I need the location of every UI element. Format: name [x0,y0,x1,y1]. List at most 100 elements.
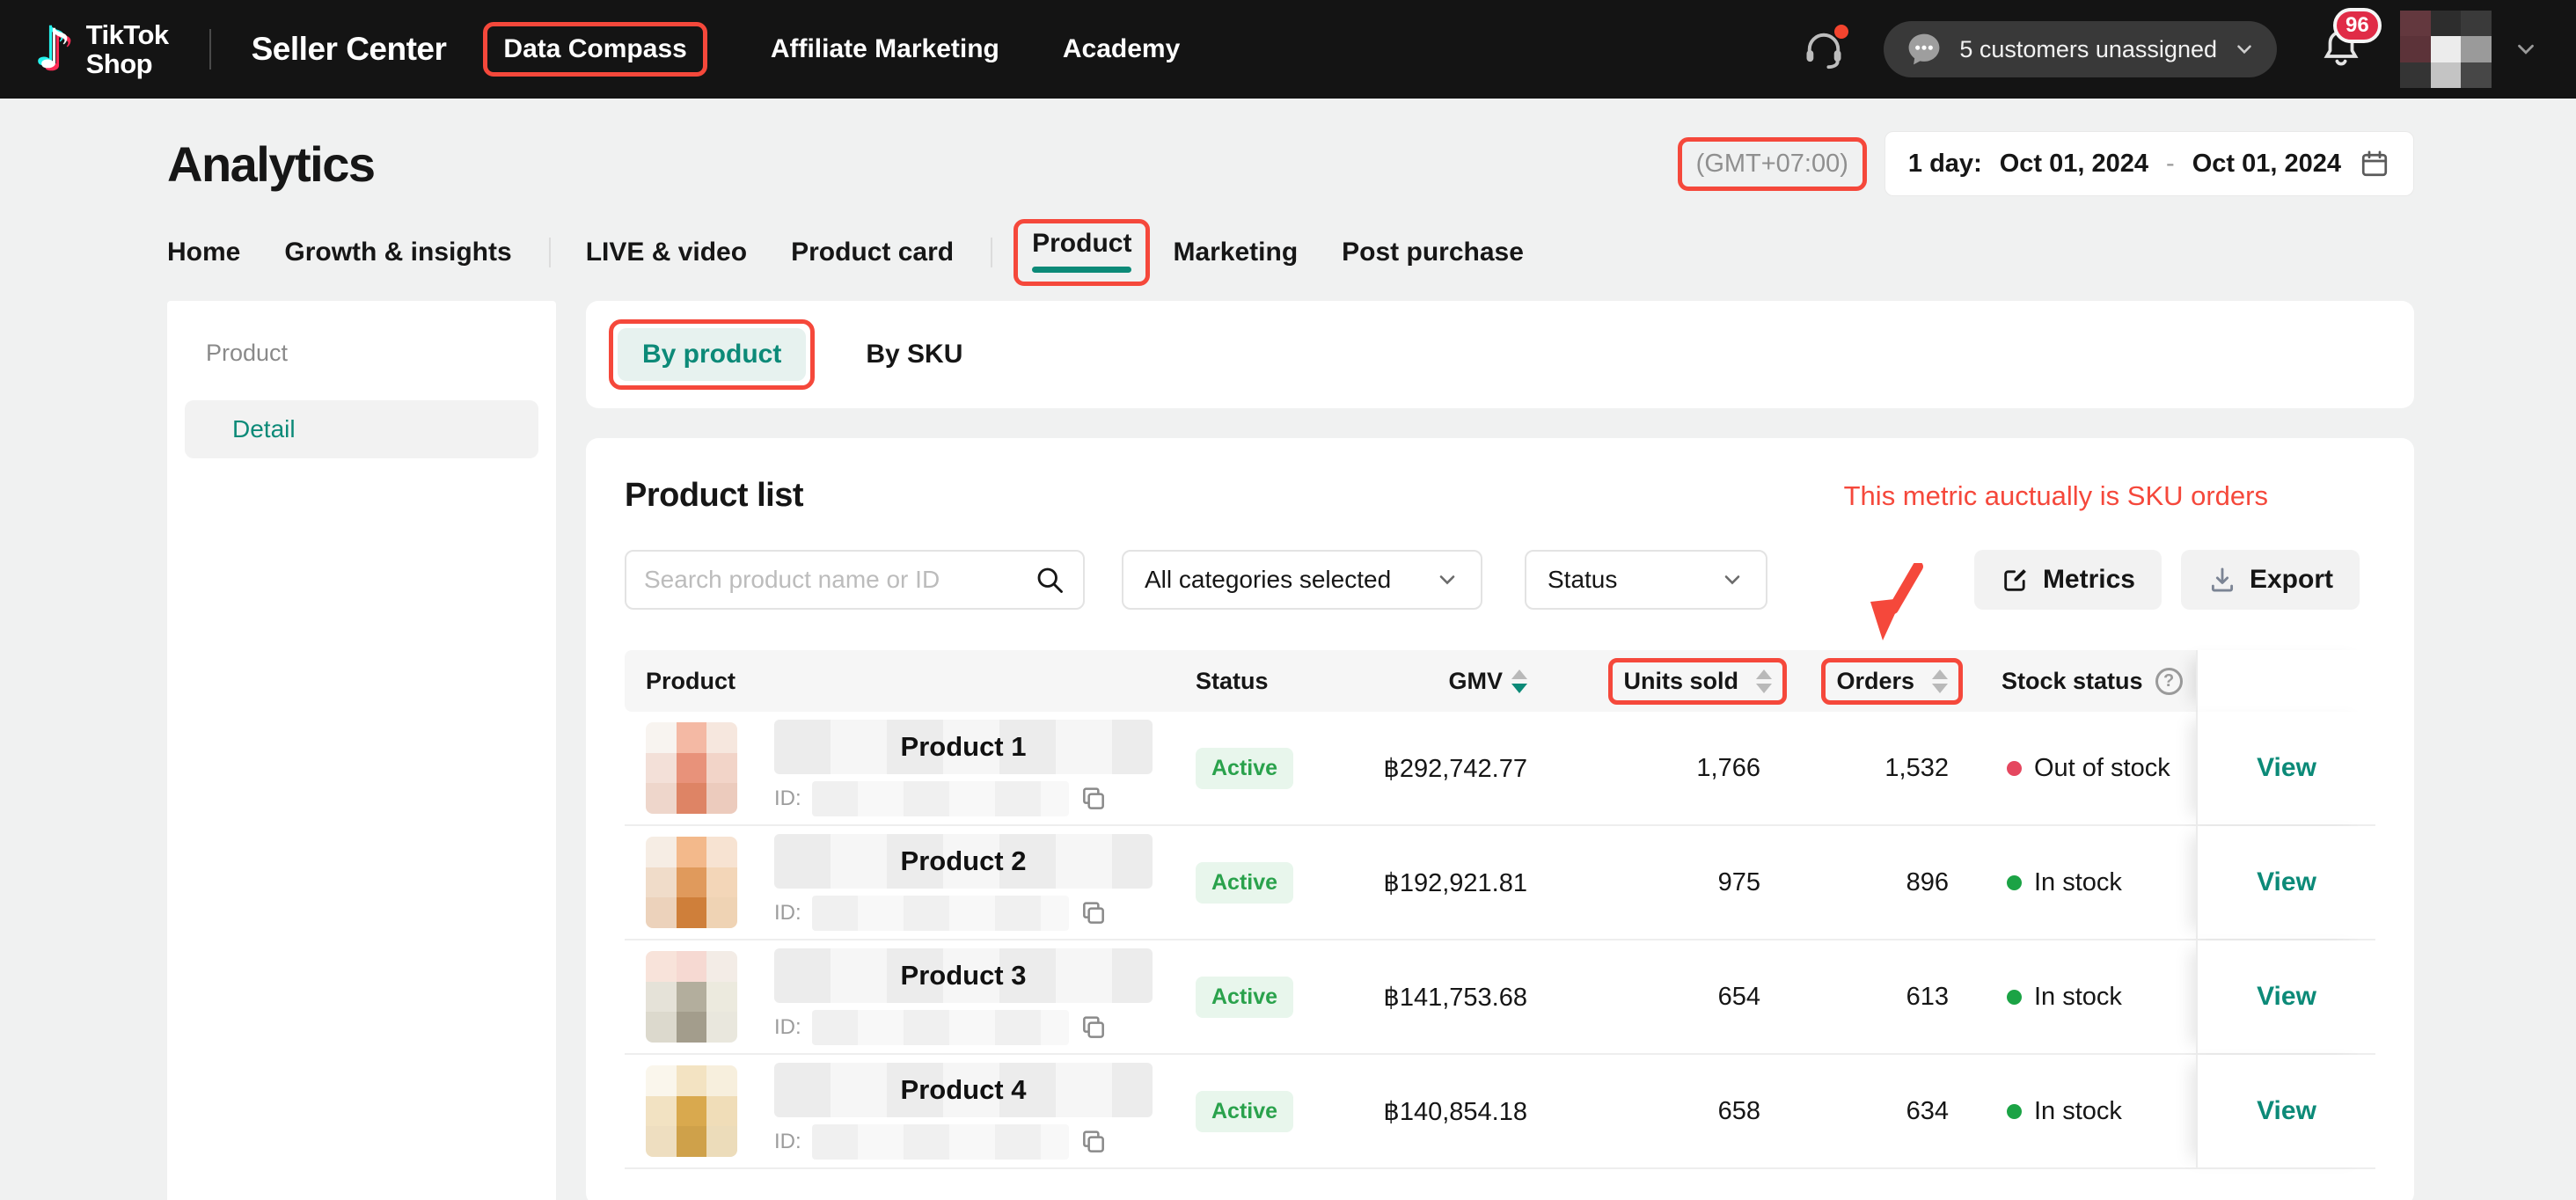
blurred-product-name: Product 4 [774,1063,1153,1117]
status-badge: Active [1196,748,1293,789]
product-id-label: ID: [774,1015,801,1040]
seller-center-title[interactable]: Seller Center [252,31,447,68]
action-cell: View [2196,1055,2375,1167]
date-range-picker[interactable]: 1 day: Oct 01, 2024 - Oct 01, 2024 [1884,131,2414,196]
stock-status-text: In stock [2034,1097,2122,1126]
metrics-button[interactable]: Metrics [1974,550,2162,610]
product-id-row: ID: [774,896,1153,931]
col-header-stock-status: Stock status ? [1972,650,2196,712]
date-separator: - [2166,150,2175,179]
stock-status-dot [2007,990,2022,1005]
sort-icon-orders[interactable] [1932,670,1948,693]
date-range-prefix: 1 day: [1908,150,1982,179]
copy-icon[interactable] [1079,785,1108,813]
topbar-right: 5 customers unassigned 96 [1801,11,2539,88]
sort-icon-units-sold[interactable] [1756,670,1772,693]
topbar-divider [209,29,211,70]
copy-icon[interactable] [1079,1013,1108,1042]
customers-unassigned-pill[interactable]: 5 customers unassigned [1884,21,2277,77]
product-name-block[interactable]: Product 3 ID: [774,948,1153,1045]
nav-data-compass[interactable]: Data Compass [483,22,706,77]
orders-cell: 613 [1796,983,1972,1012]
col-header-gmv[interactable]: GMV [1321,650,1536,712]
table-header-row: Product Status GMV Units sold [625,650,2375,712]
product-name-block[interactable]: Product 2 ID: [774,834,1153,931]
tab-growth-insights[interactable]: Growth & insights [284,238,511,267]
copy-icon[interactable] [1079,899,1108,927]
tab-post-purchase[interactable]: Post purchase [1342,238,1524,267]
export-button[interactable]: Export [2181,550,2360,610]
copy-icon[interactable] [1079,1128,1108,1156]
account-chevron-down-icon[interactable] [2513,36,2539,62]
stock-status-cell: In stock [1972,868,2196,897]
sidebar-item-detail[interactable]: Detail [185,400,538,458]
product-list-card: Product list This metric auctually is SK… [586,438,2414,1200]
calendar-icon[interactable] [2359,148,2390,179]
status-cell: Active [1180,748,1321,789]
download-export-icon [2207,565,2237,595]
stock-status-dot [2007,761,2022,776]
blurred-product-id [812,1010,1069,1045]
nav-affiliate-marketing[interactable]: Affiliate Marketing [771,34,999,64]
customers-unassigned-label: 5 customers unassigned [1959,36,2217,63]
tab-live-video[interactable]: LIVE & video [586,238,747,267]
tiktok-shop-logo[interactable]: ♪ TikTok Shop [37,20,169,78]
avatar[interactable] [2400,11,2492,88]
blurred-product-id [812,781,1069,816]
product-search-box[interactable] [625,550,1085,610]
action-cell: View [2196,940,2375,1053]
product-name-block[interactable]: Product 4 ID: [774,1063,1153,1160]
blurred-product-name: Product 3 [774,948,1153,1003]
units-sold-cell: 975 [1536,868,1796,897]
view-link[interactable]: View [2257,1096,2316,1126]
units-sold-cell: 658 [1536,1097,1796,1126]
col-header-orders[interactable]: Orders [1796,650,1972,712]
view-link[interactable]: View [2257,753,2316,783]
status-badge: Active [1196,1091,1293,1132]
gmv-cell: ฿140,854.18 [1321,1096,1536,1127]
product-name-label: Product 4 [901,1074,1027,1106]
orders-highlight-box: Orders [1821,658,1963,705]
sort-icon-gmv[interactable] [1511,670,1527,693]
main-panel: By product By SKU Product list This metr… [586,301,2414,1200]
search-input[interactable] [644,566,1034,594]
status-filter-select[interactable]: Status [1525,550,1767,610]
col-header-status: Status [1180,650,1321,712]
category-filter-select[interactable]: All categories selected [1122,550,1482,610]
product-cell: Product 1 ID: [625,712,1180,824]
nav-academy[interactable]: Academy [1063,34,1180,64]
search-icon[interactable] [1034,564,1065,596]
date-end: Oct 01, 2024 [2192,150,2341,179]
product-cell: Product 2 ID: [625,826,1180,939]
tab-separator [549,238,551,267]
help-question-icon[interactable]: ? [2155,668,2183,695]
blurred-product-id [812,896,1069,931]
tab-marketing[interactable]: Marketing [1173,238,1298,267]
tab-product-card[interactable]: Product card [791,238,954,267]
table-row: Product 1 ID: Active ฿292,742.77 1,766 [625,712,2375,826]
blurred-product-name: Product 1 [774,720,1153,774]
tab-home[interactable]: Home [167,238,240,267]
table-row: Product 3 ID: Active ฿141,753.68 654 [625,940,2375,1055]
col-header-units-sold[interactable]: Units sold [1536,650,1796,712]
gmv-label: GMV [1448,668,1503,695]
tab-by-sku[interactable]: By SKU [866,340,962,370]
tab-product-active[interactable]: Product [1014,219,1150,286]
product-name-block[interactable]: Product 1 ID: [774,720,1153,816]
analytics-tabs: Home Growth & insights LIVE & video Prod… [0,227,2576,278]
chat-bubble-icon [1905,30,1943,69]
view-switch-card: By product By SKU [586,301,2414,408]
product-thumbnail [646,837,737,928]
support-headset-icon[interactable] [1801,26,1847,72]
topbar: ♪ TikTok Shop Seller Center Data Compass… [0,0,2576,99]
notifications-bell[interactable]: 96 [2319,26,2363,74]
product-name-label: Product 1 [901,731,1027,763]
view-link[interactable]: View [2257,982,2316,1012]
view-link[interactable]: View [2257,867,2316,897]
export-button-label: Export [2250,565,2333,595]
tab-separator [991,238,992,267]
tab-by-product[interactable]: By product [618,328,806,381]
product-id-label: ID: [774,901,801,926]
product-table: Product Status GMV Units sold [625,650,2375,1169]
product-name-label: Product 3 [901,960,1027,991]
